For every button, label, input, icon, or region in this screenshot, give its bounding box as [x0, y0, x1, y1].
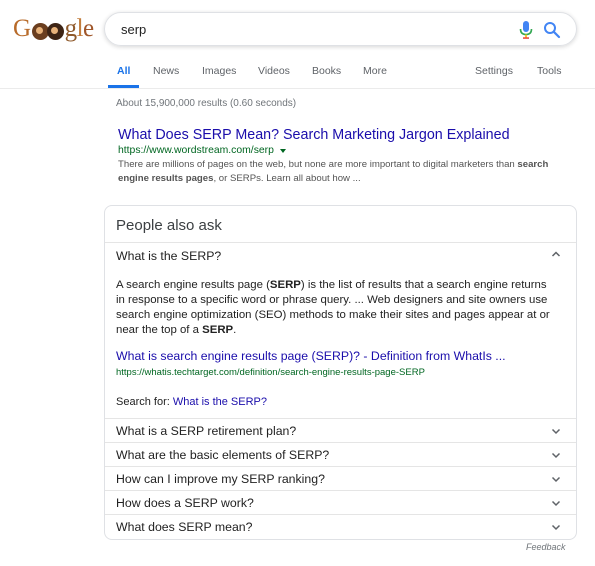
chevron-down-icon[interactable] — [551, 426, 561, 436]
url-menu-caret-icon[interactable] — [279, 149, 286, 153]
logo-letter-g: G — [13, 15, 31, 42]
paa-question-item[interactable]: What are the basic elements of SERP? — [105, 442, 576, 466]
result-snippet: There are millions of pages on the web, … — [118, 158, 563, 186]
paa-question: What does SERP mean? — [116, 520, 253, 534]
tab-images[interactable]: Images — [202, 65, 236, 77]
paa-source-link[interactable]: What is search engine results page (SERP… — [116, 349, 506, 363]
tab-videos[interactable]: Videos — [258, 65, 290, 77]
tab-books[interactable]: Books — [312, 65, 341, 77]
result-stats: About 15,900,000 results (0.60 seconds) — [116, 98, 297, 109]
people-also-ask: People also ask What is the SERP? A sear… — [104, 205, 577, 540]
answer-highlight: SERP — [202, 324, 234, 336]
answer-text: A search engine results page ( — [116, 279, 270, 291]
result-title-link[interactable]: What Does SERP Mean? Search Marketing Ja… — [118, 126, 558, 144]
feedback-link[interactable]: Feedback — [526, 542, 566, 552]
result-url: https://www.wordstream.com/serp — [118, 145, 274, 156]
chevron-down-icon[interactable] — [551, 474, 561, 484]
paa-question-item[interactable]: How does a SERP work? — [105, 490, 576, 514]
answer-highlight: SERP — [269, 279, 301, 291]
search-box — [104, 12, 577, 46]
paa-question-item[interactable]: What does SERP mean? — [105, 514, 576, 539]
paa-source-url: https://whatis.techtarget.com/definition… — [116, 367, 425, 378]
search-input[interactable] — [121, 13, 501, 45]
paa-question-item[interactable]: What is a SERP retirement plan? — [105, 418, 576, 442]
paa-question: How does a SERP work? — [116, 496, 254, 510]
tab-news[interactable]: News — [153, 65, 179, 77]
paa-question-item[interactable]: How can I improve my SERP ranking? — [105, 466, 576, 490]
paa-question: What are the basic elements of SERP? — [116, 448, 330, 462]
answer-text: . — [233, 324, 237, 336]
paa-question: How can I improve my SERP ranking? — [116, 472, 325, 486]
paa-answer: A search engine results page (SERP) is t… — [116, 278, 556, 338]
chevron-down-icon[interactable] — [551, 450, 561, 460]
search-tabs: All News Images Videos Books More Settin… — [104, 60, 577, 88]
tabs-divider — [0, 88, 595, 89]
tab-more[interactable]: More — [363, 65, 387, 77]
tab-settings[interactable]: Settings — [475, 65, 513, 77]
search-for-label: Search for: — [116, 396, 173, 408]
chevron-down-icon[interactable] — [551, 498, 561, 508]
tab-all[interactable]: All — [117, 65, 130, 77]
logo-letter-e: e — [83, 15, 94, 42]
google-logo[interactable]: G gle — [13, 14, 94, 44]
tab-tools[interactable]: Tools — [537, 65, 562, 77]
logo-letter-g-small: g — [64, 15, 78, 42]
search-result: What Does SERP Mean? Search Marketing Ja… — [118, 126, 558, 186]
paa-heading: People also ask — [116, 217, 222, 234]
mic-icon[interactable] — [519, 21, 533, 39]
snippet-text: There are millions of pages on the web, … — [118, 159, 518, 170]
paa-question: What is the SERP? — [116, 249, 222, 263]
search-icon[interactable] — [543, 21, 561, 39]
chevron-up-icon[interactable] — [551, 249, 561, 259]
paa-search-for: Search for: What is the SERP? — [116, 396, 267, 408]
snippet-text: , or SERPs. Learn all about how ... — [213, 173, 361, 184]
chevron-down-icon[interactable] — [551, 522, 561, 532]
paa-question: What is a SERP retirement plan? — [116, 424, 297, 438]
coffee-cup-doodle-icon — [31, 19, 64, 40]
search-for-link[interactable]: What is the SERP? — [173, 396, 267, 408]
